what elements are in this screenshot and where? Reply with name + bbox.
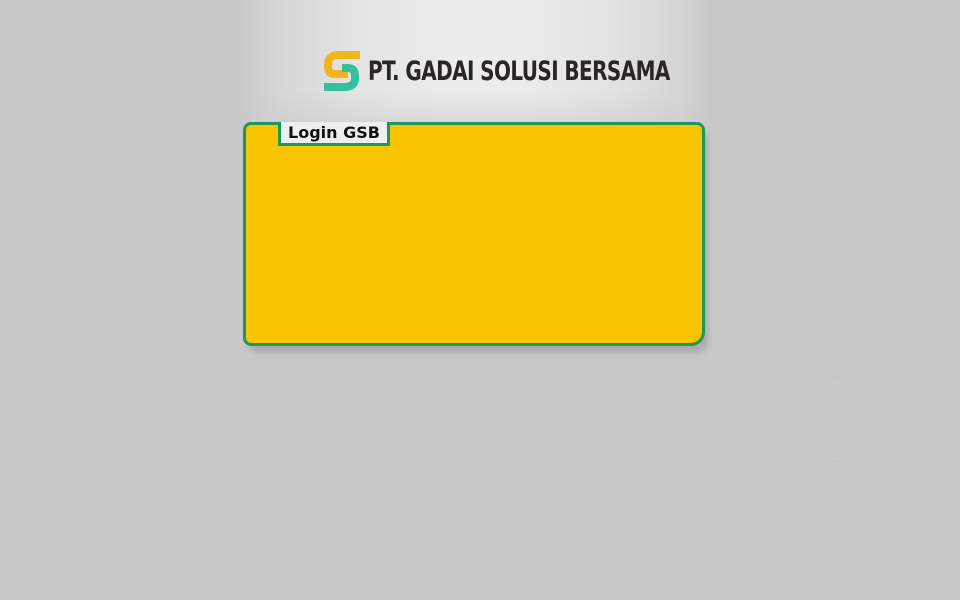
company-name: PT. GADAI SOLUSI BERSAMA (368, 55, 670, 87)
login-page: PT. GADAI SOLUSI BERSAMA Login GSB (0, 0, 960, 600)
login-tab: Login GSB (278, 122, 390, 146)
login-panel (243, 122, 705, 346)
login-tab-label: Login GSB (288, 123, 380, 142)
background-speck (836, 382, 839, 383)
background-speck (836, 458, 839, 459)
gsb-logo-icon (324, 51, 360, 91)
brand-header: PT. GADAI SOLUSI BERSAMA (322, 48, 776, 94)
